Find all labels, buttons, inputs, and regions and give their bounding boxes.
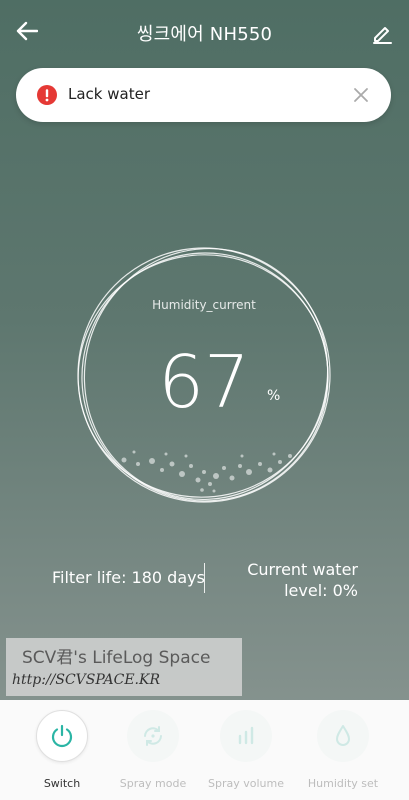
page-title: 씽크에어 NH550: [136, 24, 273, 45]
watermark-title: SCV君's LifeLog Space: [22, 648, 211, 668]
humidity-set-circle: [317, 710, 369, 762]
watermark-url: http://SCVSPACE.KR: [12, 672, 161, 688]
error-icon: [37, 85, 57, 105]
edit-button[interactable]: [367, 18, 397, 48]
close-icon: [354, 88, 368, 102]
filter-life-text: Filter life: 180 days: [52, 568, 205, 587]
humidity-label: Humidity_current: [152, 298, 256, 312]
alert-message: Lack water: [68, 85, 150, 103]
humidity-unit: %: [267, 388, 281, 404]
power-icon: [51, 724, 73, 748]
top-bar: 씽크에어 NH550: [0, 0, 409, 64]
humidity-value: 67: [158, 340, 250, 424]
watermark: SCV君's LifeLog Space http://SCVSPACE.KR: [6, 638, 242, 696]
spray-volume-button[interactable]: Spray volume: [196, 700, 296, 800]
humidity-set-label: Humidity set: [307, 777, 379, 790]
lack-water-alert: Lack water: [16, 68, 391, 122]
switch-button[interactable]: Switch: [12, 700, 112, 800]
water-level-line2: level: 0%: [284, 581, 358, 600]
bars-icon: [238, 726, 254, 745]
water-level-text: Current water level: 0%: [230, 559, 358, 601]
spray-volume-circle: [220, 710, 272, 762]
switch-label: Switch: [43, 777, 81, 790]
spray-mode-circle: [127, 710, 179, 762]
spray-volume-label: Spray volume: [208, 777, 284, 790]
switch-circle: [36, 710, 88, 762]
pencil-icon: [373, 27, 392, 44]
humidity-gauge: Humidity_current 67 %: [74, 242, 334, 512]
humidity-set-button[interactable]: Humidity set: [293, 700, 393, 800]
water-drop-icon: [336, 725, 350, 746]
stats-divider: [204, 563, 205, 593]
alert-close-button[interactable]: [349, 83, 373, 107]
water-level-line1: Current water: [247, 560, 358, 579]
spray-mode-button[interactable]: Spray mode: [103, 700, 203, 800]
bottom-control-bar: Switch Spray mode Spray volume Humidity …: [0, 700, 409, 800]
spray-mode-label: Spray mode: [119, 777, 187, 790]
cycle-icon: [144, 726, 162, 746]
